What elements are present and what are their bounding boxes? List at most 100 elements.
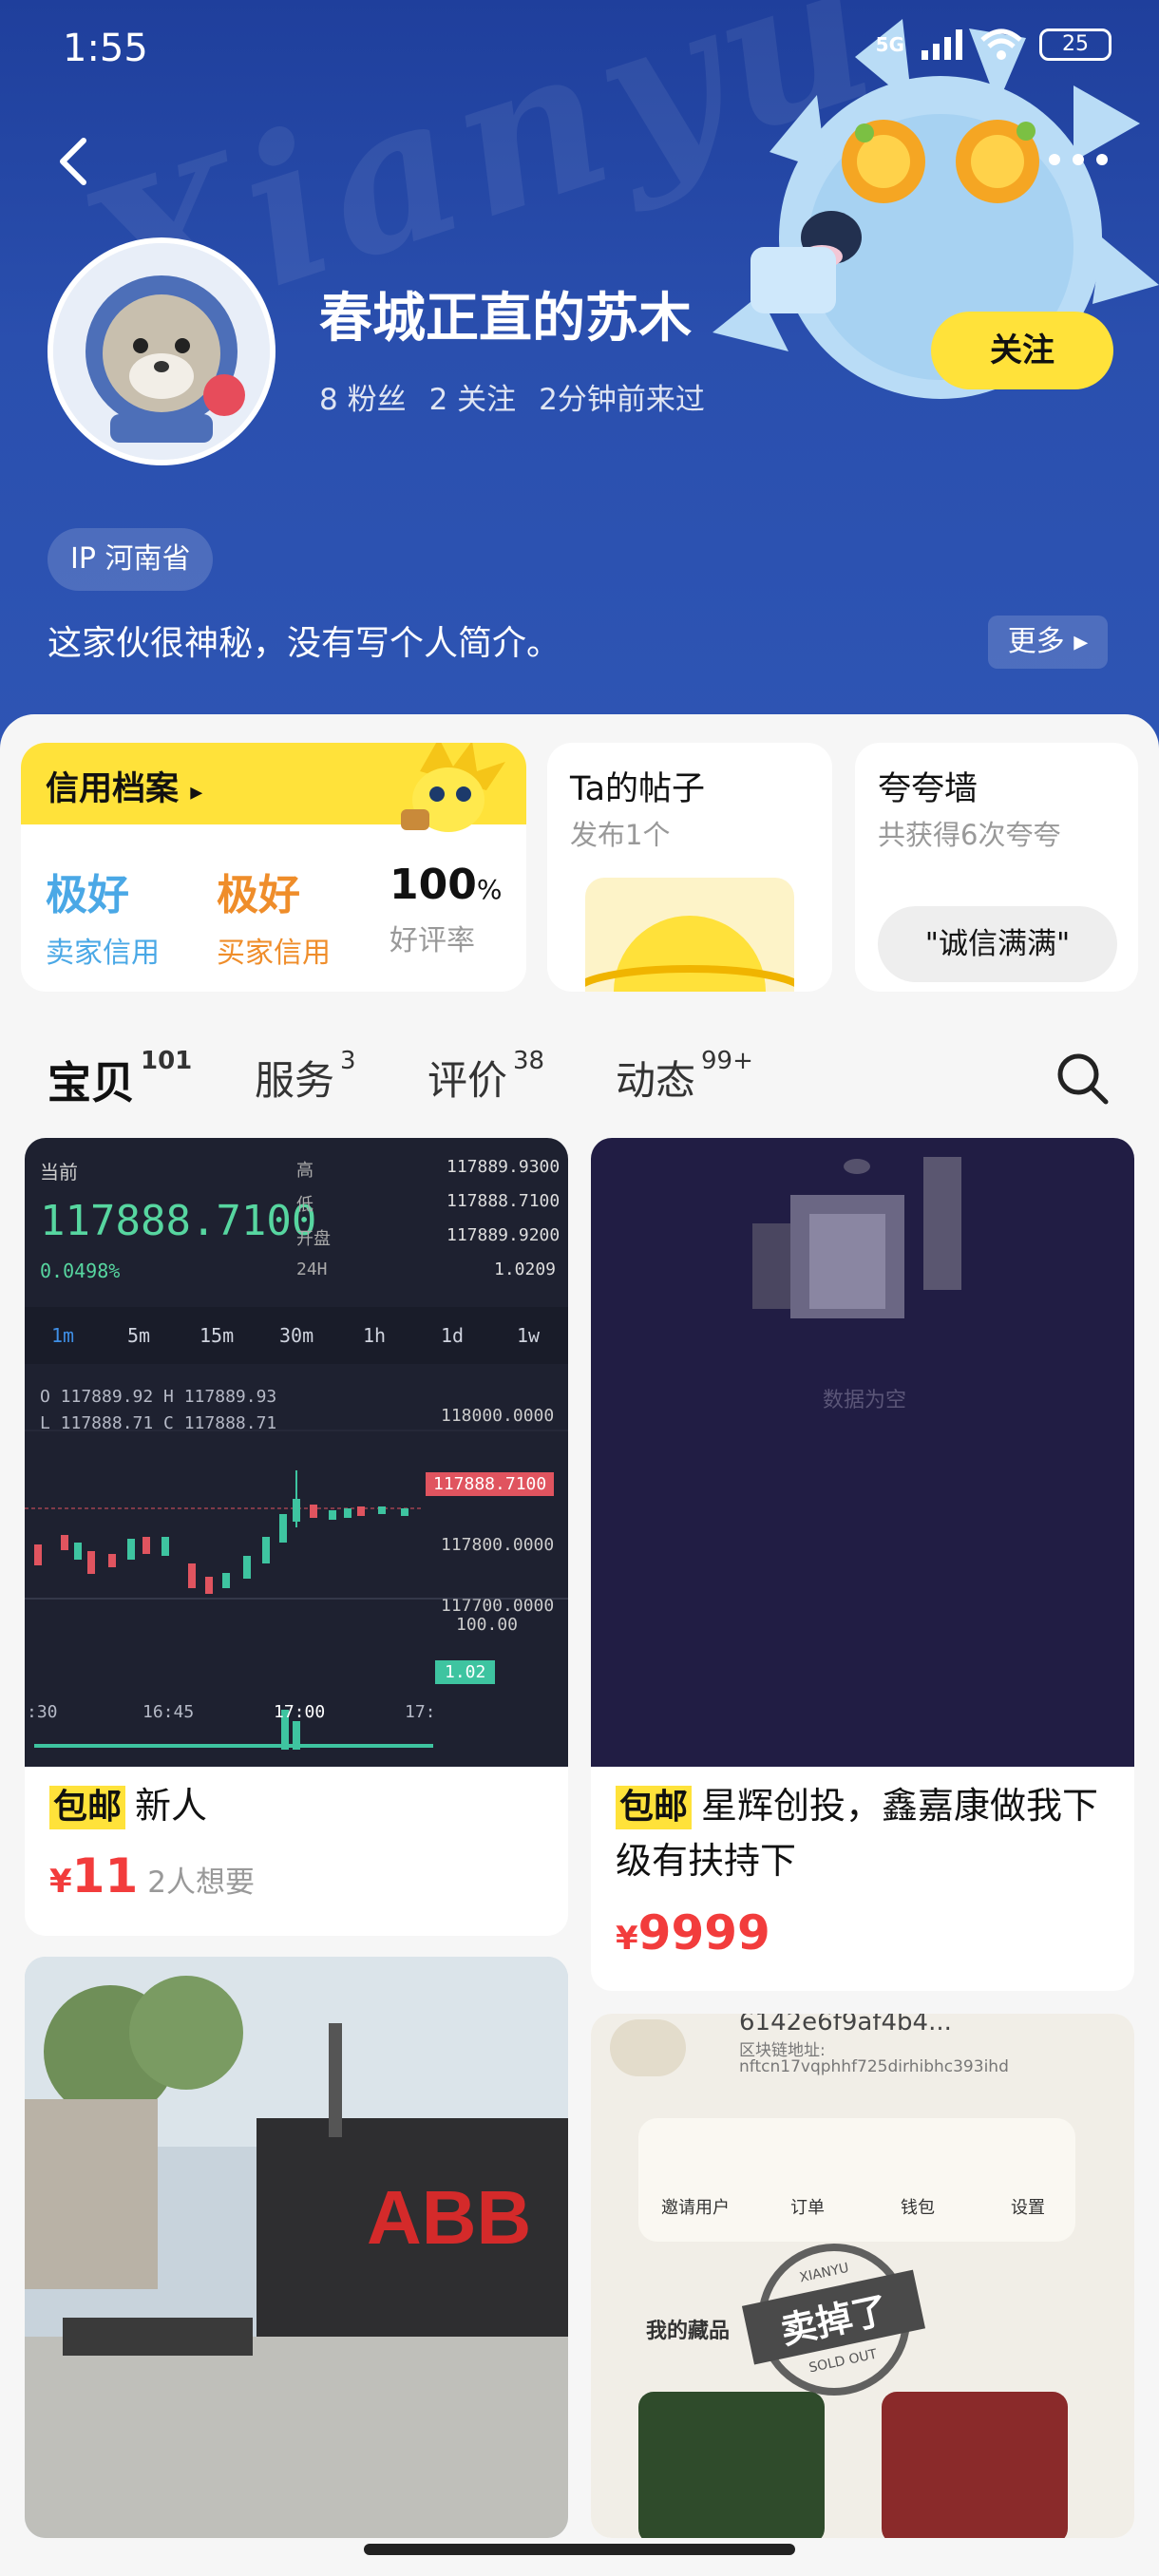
buyer-credit-value: 极好: [217, 871, 300, 919]
status-time: 1:55: [63, 27, 148, 70]
more-options-icon[interactable]: [1045, 141, 1112, 179]
interval-option: 1d: [441, 1324, 465, 1347]
building-photo: ABB: [25, 1957, 568, 2538]
screenshot-collection-label: 我的藏品: [646, 2320, 731, 2343]
volume-tick: 100.00: [456, 1615, 519, 1635]
interval-option: 30m: [279, 1324, 314, 1347]
chart-stat-value: 117889.9200: [446, 1225, 560, 1245]
tab-activity-label: 动态: [616, 1057, 696, 1104]
follow-button[interactable]: 关注: [931, 312, 1113, 389]
posts-count: 发布1个: [570, 819, 671, 851]
following-count[interactable]: 2 关注: [429, 375, 517, 418]
good-rating: 100% 好评率: [390, 861, 502, 958]
posts-title: Ta的帖子: [570, 770, 706, 808]
more-info-label: 更多: [1007, 625, 1065, 658]
product-card[interactable]: 6142e6f9af4b4... 区块链地址: nftcn17vqphhf725…: [591, 2014, 1134, 2538]
interval-option: 15m: [200, 1324, 235, 1347]
seller-credit-value: 极好: [46, 871, 129, 919]
chart-current-price: 117888.7100: [40, 1197, 317, 1245]
post-thumbnail: [585, 878, 794, 992]
user-stats: 8 粉丝 2 关注 2分钟前来过: [319, 375, 705, 418]
last-seen: 2分钟前来过: [539, 383, 705, 417]
chart-ohlc-line: O 117889.92 H 117889.93: [40, 1387, 277, 1407]
chart-stat-label: 高: [296, 1161, 314, 1181]
product-card-venture[interactable]: 数据为空 包邮 星辉创投，鑫嘉康做我下级有扶持下 ¥9999: [591, 1138, 1134, 1991]
back-arrow-icon[interactable]: [48, 133, 104, 190]
good-rating-label: 好评率: [390, 924, 475, 957]
praise-tag: "诚信满满": [878, 906, 1117, 982]
tab-activity-count: 99+: [701, 1047, 753, 1075]
credit-title-text: 信用档案: [46, 770, 180, 808]
chart-stat-label: 低: [296, 1195, 314, 1215]
empty-data-text: 数据为空: [823, 1389, 907, 1412]
content-tabs: 宝贝 101 服务 3 评价 38 动态 99+: [48, 1047, 1112, 1125]
interval-option: 1m: [51, 1324, 75, 1347]
abb-sign: ABB: [367, 2175, 531, 2260]
chart-stat-value: 1.0209: [494, 1260, 557, 1279]
credit-card-title: 信用档案 ▸: [46, 762, 202, 810]
interval-option: 1w: [517, 1324, 541, 1347]
tab-items[interactable]: 宝贝 101: [48, 1047, 193, 1111]
product-title-text: 新人: [135, 1785, 208, 1827]
seller-credit: 极好 卖家信用: [46, 861, 160, 971]
good-rating-unit: %: [476, 874, 503, 905]
buyer-credit: 极好 买家信用: [217, 861, 331, 971]
chart-x-tick: 17:00: [274, 1702, 326, 1722]
more-info-button[interactable]: 更多 ▸: [988, 616, 1108, 669]
tab-items-label: 宝贝: [48, 1057, 135, 1108]
tab-activity[interactable]: 动态 99+: [616, 1047, 753, 1107]
posts-card[interactable]: Ta的帖子 发布1个: [547, 743, 832, 992]
chart-screenshot-image: 当前 117888.7100 0.0498% 高 117889.9300 低 1…: [25, 1138, 568, 1767]
price-currency: ¥: [49, 1863, 72, 1901]
chart-current-label: 当前: [40, 1161, 78, 1184]
product-title: 包邮 新人: [49, 1778, 553, 1833]
followers-count[interactable]: 8 粉丝: [319, 375, 407, 418]
wifi-icon: [980, 28, 1022, 60]
collection-thumb: [882, 2392, 1068, 2538]
screenshot-menu-item: 订单: [790, 2198, 825, 2218]
user-avatar[interactable]: [48, 237, 276, 465]
chart-stat-value: 117889.9300: [446, 1157, 560, 1177]
seller-credit-label: 卖家信用: [46, 937, 160, 970]
tab-items-count: 101: [141, 1047, 193, 1075]
signal-icon: [922, 29, 962, 60]
credit-profile-card[interactable]: 信用档案 ▸ 极好 卖家信用 极好 买家信用 100% 好评率: [21, 743, 526, 992]
tab-services[interactable]: 服务 3: [255, 1047, 356, 1107]
praise-count: 共获得6次夸夸: [878, 819, 1061, 851]
network-indicator: 5G: [875, 33, 904, 56]
good-rating-value: 100: [390, 861, 477, 909]
chart-stat-value: 117888.7100: [446, 1191, 560, 1211]
want-count: 2人想要: [147, 1866, 255, 1900]
tab-services-count: 3: [340, 1047, 356, 1075]
screenshot-menu-item: 钱包: [901, 2198, 935, 2218]
tab-reviews-count: 38: [513, 1047, 545, 1075]
triangle-right-icon: ▸: [190, 778, 203, 806]
battery-indicator: 25: [1039, 28, 1112, 61]
free-shipping-badge: 包邮: [49, 1786, 126, 1829]
empty-data-image: 数据为空: [591, 1138, 1134, 1767]
home-indicator[interactable]: [364, 2544, 795, 2555]
price-value: 9999: [637, 1905, 770, 1960]
price-currency: ¥: [616, 1920, 638, 1958]
interval-option: 1h: [363, 1324, 387, 1347]
screenshot-menu: 邀请用户 订单 钱包 设置: [638, 2118, 1075, 2242]
screenshot-line: 6142e6f9af4b4...: [739, 2014, 952, 2036]
chart-interval-bar: 1m 5m 15m 30m 1h 1d 1w: [25, 1307, 568, 1364]
interval-option: 5m: [127, 1324, 151, 1347]
chart-stat-label: 开盘: [296, 1229, 331, 1249]
free-shipping-badge: 包邮: [616, 1786, 693, 1829]
sold-out-stamp: XIANYU 卖掉了 SOLD OUT: [741, 2229, 926, 2410]
product-price: ¥11 2人想要: [49, 1848, 255, 1904]
empty-state-illustration: [752, 1157, 961, 1318]
product-card[interactable]: ABB: [25, 1957, 568, 2538]
collection-thumb: [638, 2392, 825, 2538]
chart-stat-label: 24H: [296, 1260, 328, 1279]
search-icon[interactable]: [1053, 1049, 1112, 1108]
praise-wall-card[interactable]: 夸夸墙 共获得6次夸夸 "诚信满满": [855, 743, 1138, 992]
chart-x-tick: :30: [27, 1702, 58, 1722]
tab-reviews[interactable]: 评价 38: [428, 1047, 545, 1107]
screenshot-line: nftcn17vqphhf725dirhibhc393ihd: [739, 2057, 1009, 2076]
tab-reviews-label: 评价: [428, 1057, 508, 1104]
buyer-credit-label: 买家信用: [217, 937, 331, 970]
product-card-new-user[interactable]: 当前 117888.7100 0.0498% 高 117889.9300 低 1…: [25, 1138, 568, 1936]
